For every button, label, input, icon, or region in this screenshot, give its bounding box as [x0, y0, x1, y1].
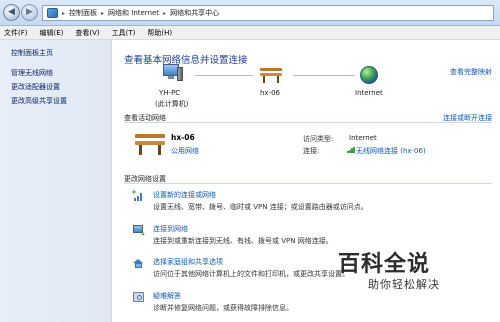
breadcrumb-control-panel[interactable]: 控制面板: [69, 8, 97, 18]
active-network-name: hx-06: [171, 133, 195, 142]
sidebar-item-advanced-sharing[interactable]: 更改高级共享设置: [11, 96, 67, 106]
troubleshoot-icon: [132, 291, 144, 303]
control-panel-icon: [47, 8, 58, 18]
breadcrumb-separator-icon: ▸: [62, 9, 66, 17]
sidebar-item-manage-wireless[interactable]: 管理无线网络: [11, 68, 53, 78]
bench-icon: [260, 67, 282, 83]
sidebar-item-adapter-settings[interactable]: 更改适配器设置: [11, 82, 60, 92]
menu-tools[interactable]: 工具(T): [112, 28, 136, 38]
breadcrumb-separator-icon: ▸: [163, 9, 167, 17]
new-connection-icon: +: [131, 188, 144, 202]
access-type-label: 访问类型:: [303, 135, 334, 143]
connect-network-desc: 连接到或重新连接到无线、有线、拨号或 VPN 网络连接。: [153, 237, 333, 245]
sidebar: 控制面板主页 管理无线网络 更改适配器设置 更改高级共享设置: [0, 40, 112, 322]
forward-arrow-icon: ▶: [26, 7, 33, 17]
homegroup-icon: [132, 257, 144, 269]
map-link-line: [293, 75, 355, 76]
internet-node[interactable]: [360, 66, 378, 84]
back-arrow-icon: ◀: [8, 7, 15, 17]
computer-node[interactable]: [162, 64, 184, 84]
troubleshoot-desc: 诊断并修复网络问题，或获得故障排除信息。: [153, 304, 293, 312]
connection-label: 连接:: [303, 147, 320, 155]
menu-bar: 文件(F) 编辑(E) 查看(V) 工具(T) 帮助(H): [0, 26, 500, 40]
address-field[interactable]: ▸ 控制面板 ▸ 网络和 Internet ▸ 网络和共享中心: [42, 5, 494, 21]
network-type-link[interactable]: 公用网络: [171, 146, 199, 156]
divider: [124, 183, 492, 184]
watermark: 百科全说 助你轻松解决: [338, 246, 498, 294]
wireless-signal-icon: [347, 147, 355, 153]
address-bar-area: ◀ ▶ ▸ 控制面板 ▸ 网络和 Internet ▸ 网络和共享中心: [0, 0, 500, 26]
wireless-connection-link[interactable]: 无线网络连接 (hx-06): [356, 146, 426, 156]
homegroup-link[interactable]: 选择家庭组和共享选项: [153, 257, 223, 267]
connect-network-link[interactable]: 连接到网络: [153, 224, 188, 234]
menu-help[interactable]: 帮助(H): [147, 28, 172, 38]
forward-button[interactable]: ▶: [21, 4, 38, 21]
map-link-line: [195, 75, 253, 76]
full-map-link[interactable]: 查看完整映射: [450, 67, 492, 77]
globe-icon: [360, 66, 378, 84]
network-name-label: hx-06: [260, 89, 281, 97]
access-type-value: Internet: [349, 134, 377, 142]
troubleshoot-link[interactable]: 疑难解答: [153, 291, 181, 301]
sidebar-control-panel-home[interactable]: 控制面板主页: [11, 48, 53, 58]
homegroup-desc: 访问位于其他网络计算机上的文件和打印机，或更改共享设置。: [153, 270, 349, 278]
page-title: 查看基本网络信息并设置连接: [124, 55, 248, 66]
breadcrumb-network-sharing-center[interactable]: 网络和共享中心: [170, 8, 219, 18]
back-button[interactable]: ◀: [3, 4, 20, 21]
setup-connection-desc: 设置无线、宽带、拨号、临时或 VPN 连接；或设置路由器或访问点。: [153, 203, 368, 211]
menu-file[interactable]: 文件(F): [4, 28, 28, 38]
watermark-title: 百科全说: [338, 252, 431, 277]
public-network-icon: [135, 132, 165, 156]
computer-subtitle: (此计算机): [155, 100, 189, 108]
internet-label: Internet: [355, 89, 383, 97]
breadcrumb-network-internet[interactable]: 网络和 Internet: [108, 8, 159, 18]
connect-network-icon: ➜: [132, 224, 145, 238]
network-node[interactable]: [260, 67, 282, 83]
menu-edit[interactable]: 编辑(E): [40, 28, 64, 38]
breadcrumb-separator-icon: ▸: [101, 9, 105, 17]
divider: [124, 122, 492, 123]
menu-view[interactable]: 查看(V): [75, 28, 99, 38]
computer-icon: [162, 64, 184, 84]
computer-name: YH-PC: [159, 89, 181, 97]
watermark-subtitle: 助你轻松解决: [368, 278, 440, 291]
setup-connection-link[interactable]: 设置新的连接或网络: [153, 190, 216, 200]
